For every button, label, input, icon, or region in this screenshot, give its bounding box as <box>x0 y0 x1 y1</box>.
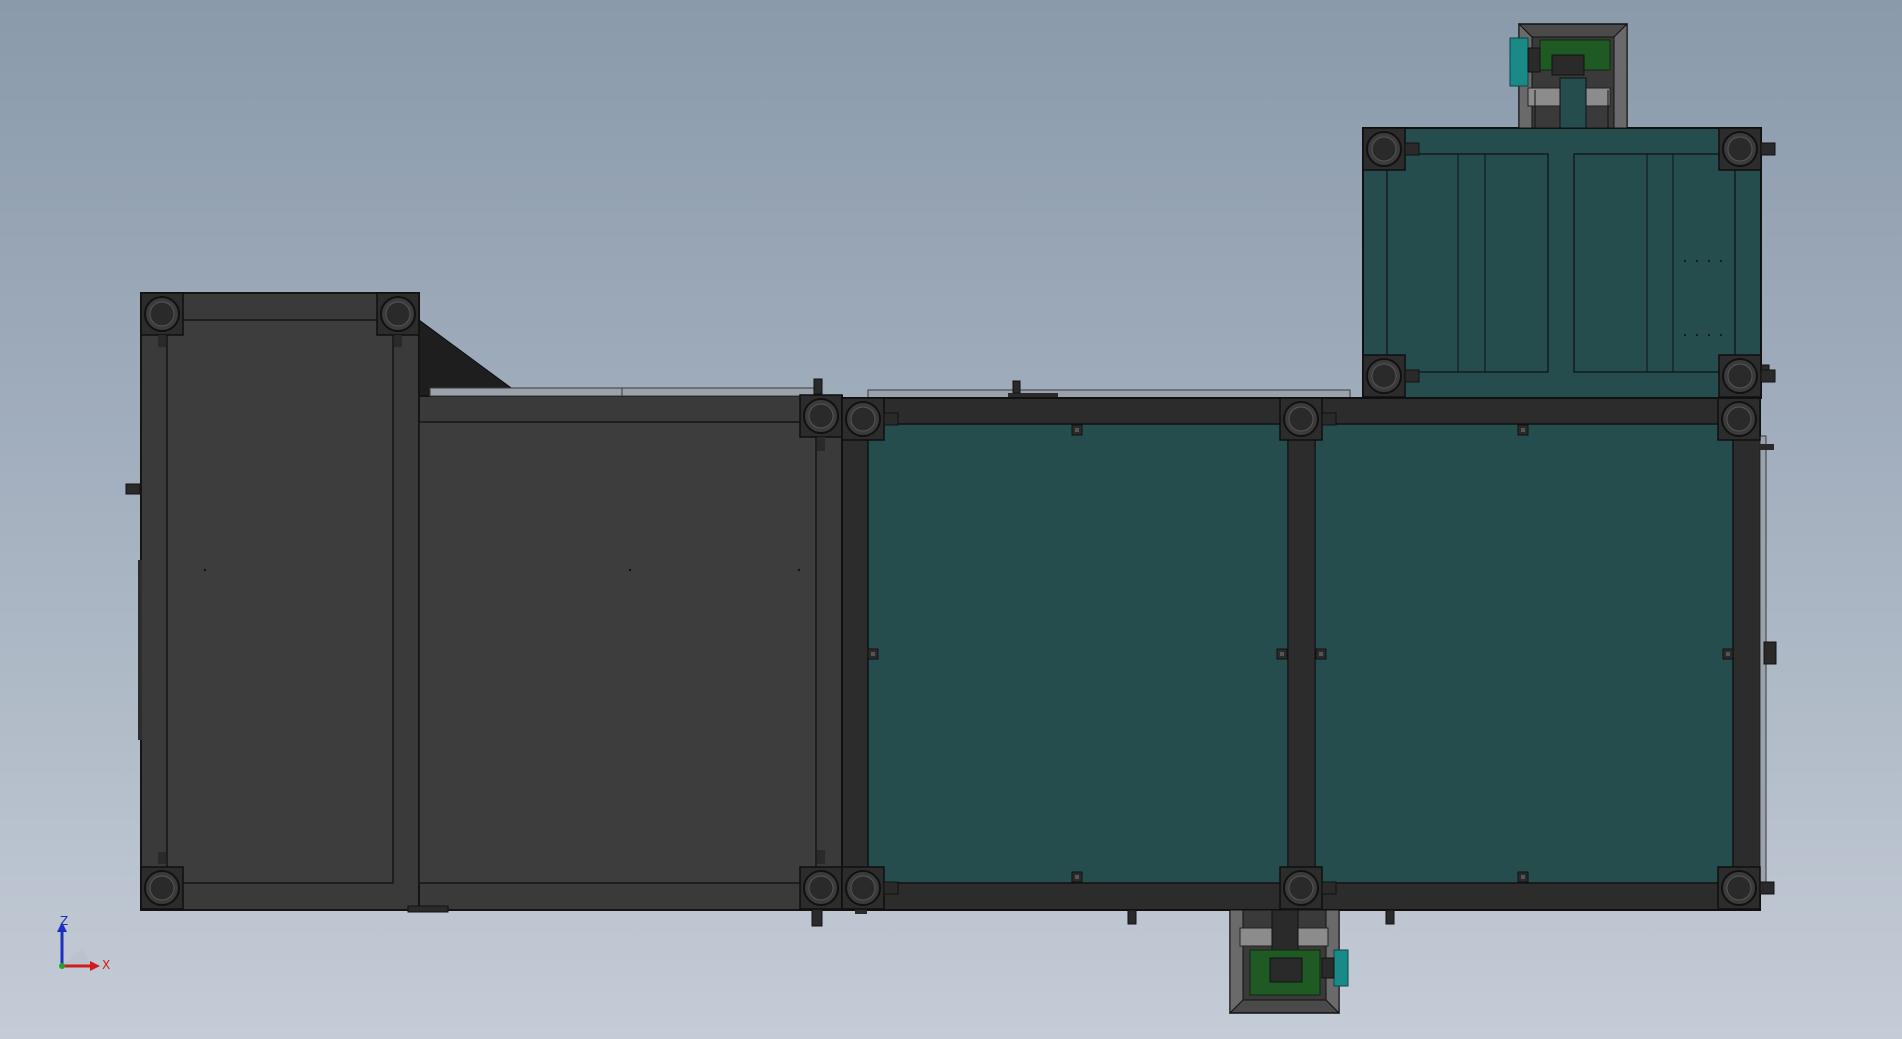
caster-wheel-icon <box>1279 866 1323 910</box>
caster-wheel-icon <box>140 866 184 910</box>
side-bracket <box>125 483 141 495</box>
caster-wheel-icon <box>841 866 885 910</box>
caster-wheel-icon <box>799 866 843 910</box>
top-drive-unit[interactable] <box>1509 22 1628 129</box>
upper-right-cabinet[interactable] <box>1362 127 1776 399</box>
caster-wheel-icon <box>1717 866 1761 910</box>
middle-dark-inner-panel <box>418 421 817 884</box>
caster-wheel-icon <box>1279 397 1323 441</box>
caster-wheel-icon <box>1362 354 1406 398</box>
left-frame-module[interactable] <box>125 292 843 927</box>
upper-cabinet-inner-left <box>1386 153 1549 373</box>
caster-wheel-icon <box>841 397 885 441</box>
axis-x-label: X <box>102 958 111 972</box>
axis-z-label: Z <box>60 914 69 928</box>
center-divider-beam <box>1287 423 1316 884</box>
teal-conveyor-module[interactable] <box>841 380 1777 925</box>
cad-viewport[interactable] <box>0 0 1902 1039</box>
bottom-drive-unit[interactable] <box>1229 909 1349 1015</box>
drive-motor-icon <box>1509 37 1529 87</box>
caster-wheel-icon <box>799 394 843 438</box>
teal-panel-right <box>1314 423 1734 884</box>
caster-wheel-icon <box>376 292 420 336</box>
gusset-plate <box>418 319 524 397</box>
teal-panel-left <box>867 423 1289 884</box>
caster-wheel-icon <box>140 292 184 336</box>
drive-motor-icon <box>1333 949 1349 987</box>
caster-wheel-icon <box>1718 127 1762 171</box>
upper-cabinet-inner-right <box>1573 153 1736 373</box>
left-cabinet-inner-panel <box>166 319 394 884</box>
caster-wheel-icon <box>1718 354 1762 398</box>
orientation-triad[interactable]: Z X <box>52 914 122 978</box>
teal-top-rail <box>867 389 1351 399</box>
caster-wheel-icon <box>1717 397 1761 441</box>
caster-wheel-icon <box>1362 127 1406 171</box>
